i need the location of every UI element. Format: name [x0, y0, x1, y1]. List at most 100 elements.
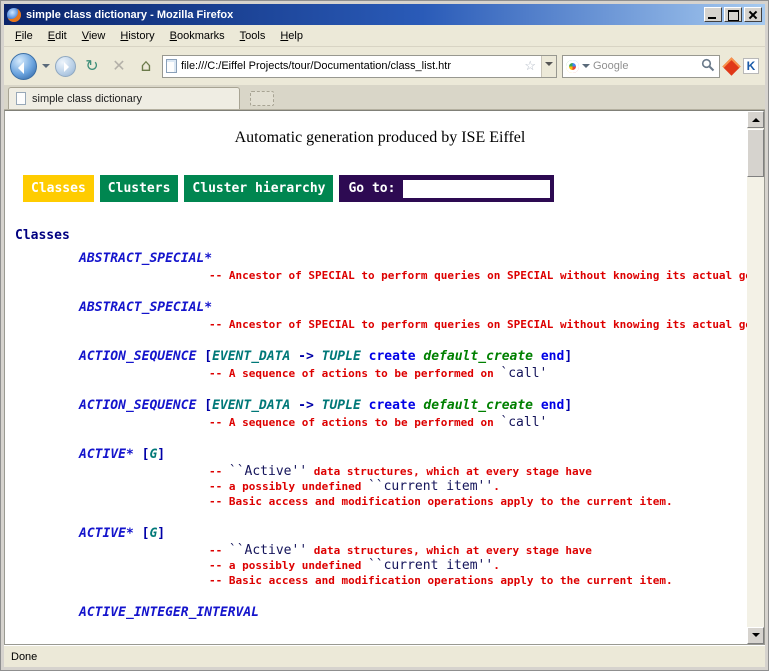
doc-nav-row: Classes Clusters Cluster hierarchy Go to…: [23, 175, 747, 202]
token-cmt: --: [209, 544, 229, 557]
home-button[interactable]: ⌂: [135, 54, 157, 78]
stop-button[interactable]: ✕: [108, 54, 130, 78]
google-engine-icon[interactable]: [566, 60, 579, 73]
class-comment: -- Ancestor of SPECIAL to perform querie…: [209, 268, 747, 283]
chevron-down-icon: [545, 62, 553, 70]
menu-tools[interactable]: Tools: [233, 27, 273, 45]
token-pln: [: [196, 398, 212, 413]
token-feat: default_create: [423, 349, 533, 364]
token-pln: [: [134, 447, 150, 462]
token-gen: TUPLE: [322, 349, 361, 364]
token-cls: ABSTRACT_SPECIAL*: [79, 251, 212, 266]
window-title: simple class dictionary - Mozilla Firefo…: [26, 9, 699, 21]
menu-bookmarks[interactable]: Bookmarks: [163, 27, 232, 45]
forward-arrow-icon: [64, 62, 69, 72]
titlebar[interactable]: simple class dictionary - Mozilla Firefo…: [4, 4, 765, 25]
page-viewport: Automatic generation produced by ISE Eif…: [4, 110, 765, 645]
goto-input[interactable]: [403, 180, 550, 198]
class-entry: ABSTRACT_SPECIAL*-- Ancestor of SPECIAL …: [79, 299, 747, 332]
token-cmt: --: [209, 465, 229, 478]
class-signature-link[interactable]: ACTIVE* [G]: [79, 525, 747, 543]
url-dropdown-button[interactable]: [541, 56, 556, 77]
token-cmt: -- Ancestor of SPECIAL to perform querie…: [209, 318, 747, 331]
class-list: ABSTRACT_SPECIAL*-- Ancestor of SPECIAL …: [79, 250, 747, 622]
vertical-scrollbar[interactable]: [747, 111, 764, 644]
token-pln: ]: [564, 349, 572, 364]
bookmark-star-icon[interactable]: ☆: [523, 58, 537, 74]
token-cmt: .: [493, 559, 500, 572]
menu-view[interactable]: View: [75, 27, 113, 45]
token-cmt: data structures, which at every stage ha…: [307, 544, 592, 557]
status-bar: Done: [4, 645, 765, 667]
extension-icon[interactable]: [722, 57, 740, 75]
token-cls: ACTIVE*: [79, 526, 134, 541]
back-arrow-icon: [18, 62, 24, 74]
status-text: Done: [11, 651, 37, 663]
scroll-down-button[interactable]: [747, 627, 764, 644]
search-go-icon[interactable]: [700, 58, 716, 74]
menu-file[interactable]: File: [8, 27, 40, 45]
menu-help[interactable]: Help: [273, 27, 310, 45]
cluster-hierarchy-button[interactable]: Cluster hierarchy: [184, 175, 333, 202]
token-cls: ACTION_SEQUENCE: [79, 398, 196, 413]
menubar: FileEditViewHistoryBookmarksToolsHelp: [4, 25, 765, 47]
reload-button[interactable]: ↻: [81, 54, 103, 78]
maximize-button[interactable]: [724, 7, 742, 22]
close-button[interactable]: [744, 7, 762, 22]
firefox-icon: [7, 8, 21, 22]
goto-box: Go to:: [339, 175, 554, 202]
class-signature-link[interactable]: ABSTRACT_SPECIAL*: [79, 299, 747, 317]
menu-edit[interactable]: Edit: [41, 27, 74, 45]
class-signature-link[interactable]: ACTION_SEQUENCE [EVENT_DATA -> TUPLE cre…: [79, 397, 747, 415]
token-q: ``current item'': [368, 479, 493, 494]
token-cls: ACTION_SEQUENCE: [79, 349, 196, 364]
classes-button[interactable]: Classes: [23, 175, 94, 202]
search-engine-dropdown-icon[interactable]: [582, 64, 590, 72]
class-signature-link[interactable]: ABSTRACT_SPECIAL*: [79, 250, 747, 268]
goto-label: Go to:: [348, 181, 395, 196]
triangle-down-icon: [752, 633, 760, 641]
back-history-dropdown-icon[interactable]: [42, 64, 50, 72]
token-gen: TUPLE: [322, 398, 361, 413]
clusters-button[interactable]: Clusters: [100, 175, 179, 202]
page-content: Automatic generation produced by ISE Eif…: [5, 111, 747, 644]
token-pln: [: [196, 349, 212, 364]
class-signature-link[interactable]: ACTIVE_INTEGER_INTERVAL: [79, 604, 747, 622]
page-favicon: [166, 59, 177, 73]
scroll-up-button[interactable]: [747, 111, 764, 128]
token-pln: ->: [290, 398, 321, 413]
class-comment: -- ``Active'' data structures, which at …: [209, 543, 747, 558]
search-input[interactable]: [593, 60, 697, 72]
class-comment: -- A sequence of actions to be performed…: [209, 415, 747, 430]
token-cmt: data structures, which at every stage ha…: [307, 465, 592, 478]
url-input[interactable]: [181, 60, 519, 72]
class-comment: -- Ancestor of SPECIAL to perform querie…: [209, 317, 747, 332]
token-pln: ]: [564, 398, 572, 413]
class-signature-link[interactable]: ACTIVE* [G]: [79, 446, 747, 464]
menu-history[interactable]: History: [113, 27, 161, 45]
token-kw: create: [361, 349, 424, 364]
token-cmt: -- Basic access and modification operati…: [209, 495, 673, 508]
token-q: ``Active'': [229, 464, 307, 479]
class-comment: -- a possibly undefined ``current item''…: [209, 479, 747, 494]
token-cls: ACTIVE_INTEGER_INTERVAL: [79, 605, 259, 620]
scrollbar-thumb[interactable]: [747, 129, 764, 177]
new-tab-button[interactable]: [250, 91, 274, 106]
token-gen: EVENT_DATA: [212, 398, 290, 413]
class-entry: ACTIVE* [G]-- ``Active'' data structures…: [79, 446, 747, 509]
forward-button[interactable]: [55, 56, 76, 77]
token-q: `call': [500, 415, 547, 430]
token-kw: create: [361, 398, 424, 413]
tab-bar: simple class dictionary: [4, 85, 765, 110]
class-comment: -- Basic access and modification operati…: [209, 494, 747, 509]
class-signature-link[interactable]: ACTION_SEQUENCE [EVENT_DATA -> TUPLE cre…: [79, 348, 747, 366]
tab-simple-class-dictionary[interactable]: simple class dictionary: [8, 87, 240, 109]
k-extension-icon[interactable]: K: [743, 58, 759, 74]
token-cmt: -- A sequence of actions to be performed…: [209, 416, 500, 429]
page-title: Automatic generation produced by ISE Eif…: [13, 129, 747, 147]
minimize-button[interactable]: [704, 7, 722, 22]
search-box: [562, 55, 720, 78]
token-q: `call': [500, 366, 547, 381]
back-button[interactable]: [10, 53, 37, 80]
class-comment: -- A sequence of actions to be performed…: [209, 366, 747, 381]
